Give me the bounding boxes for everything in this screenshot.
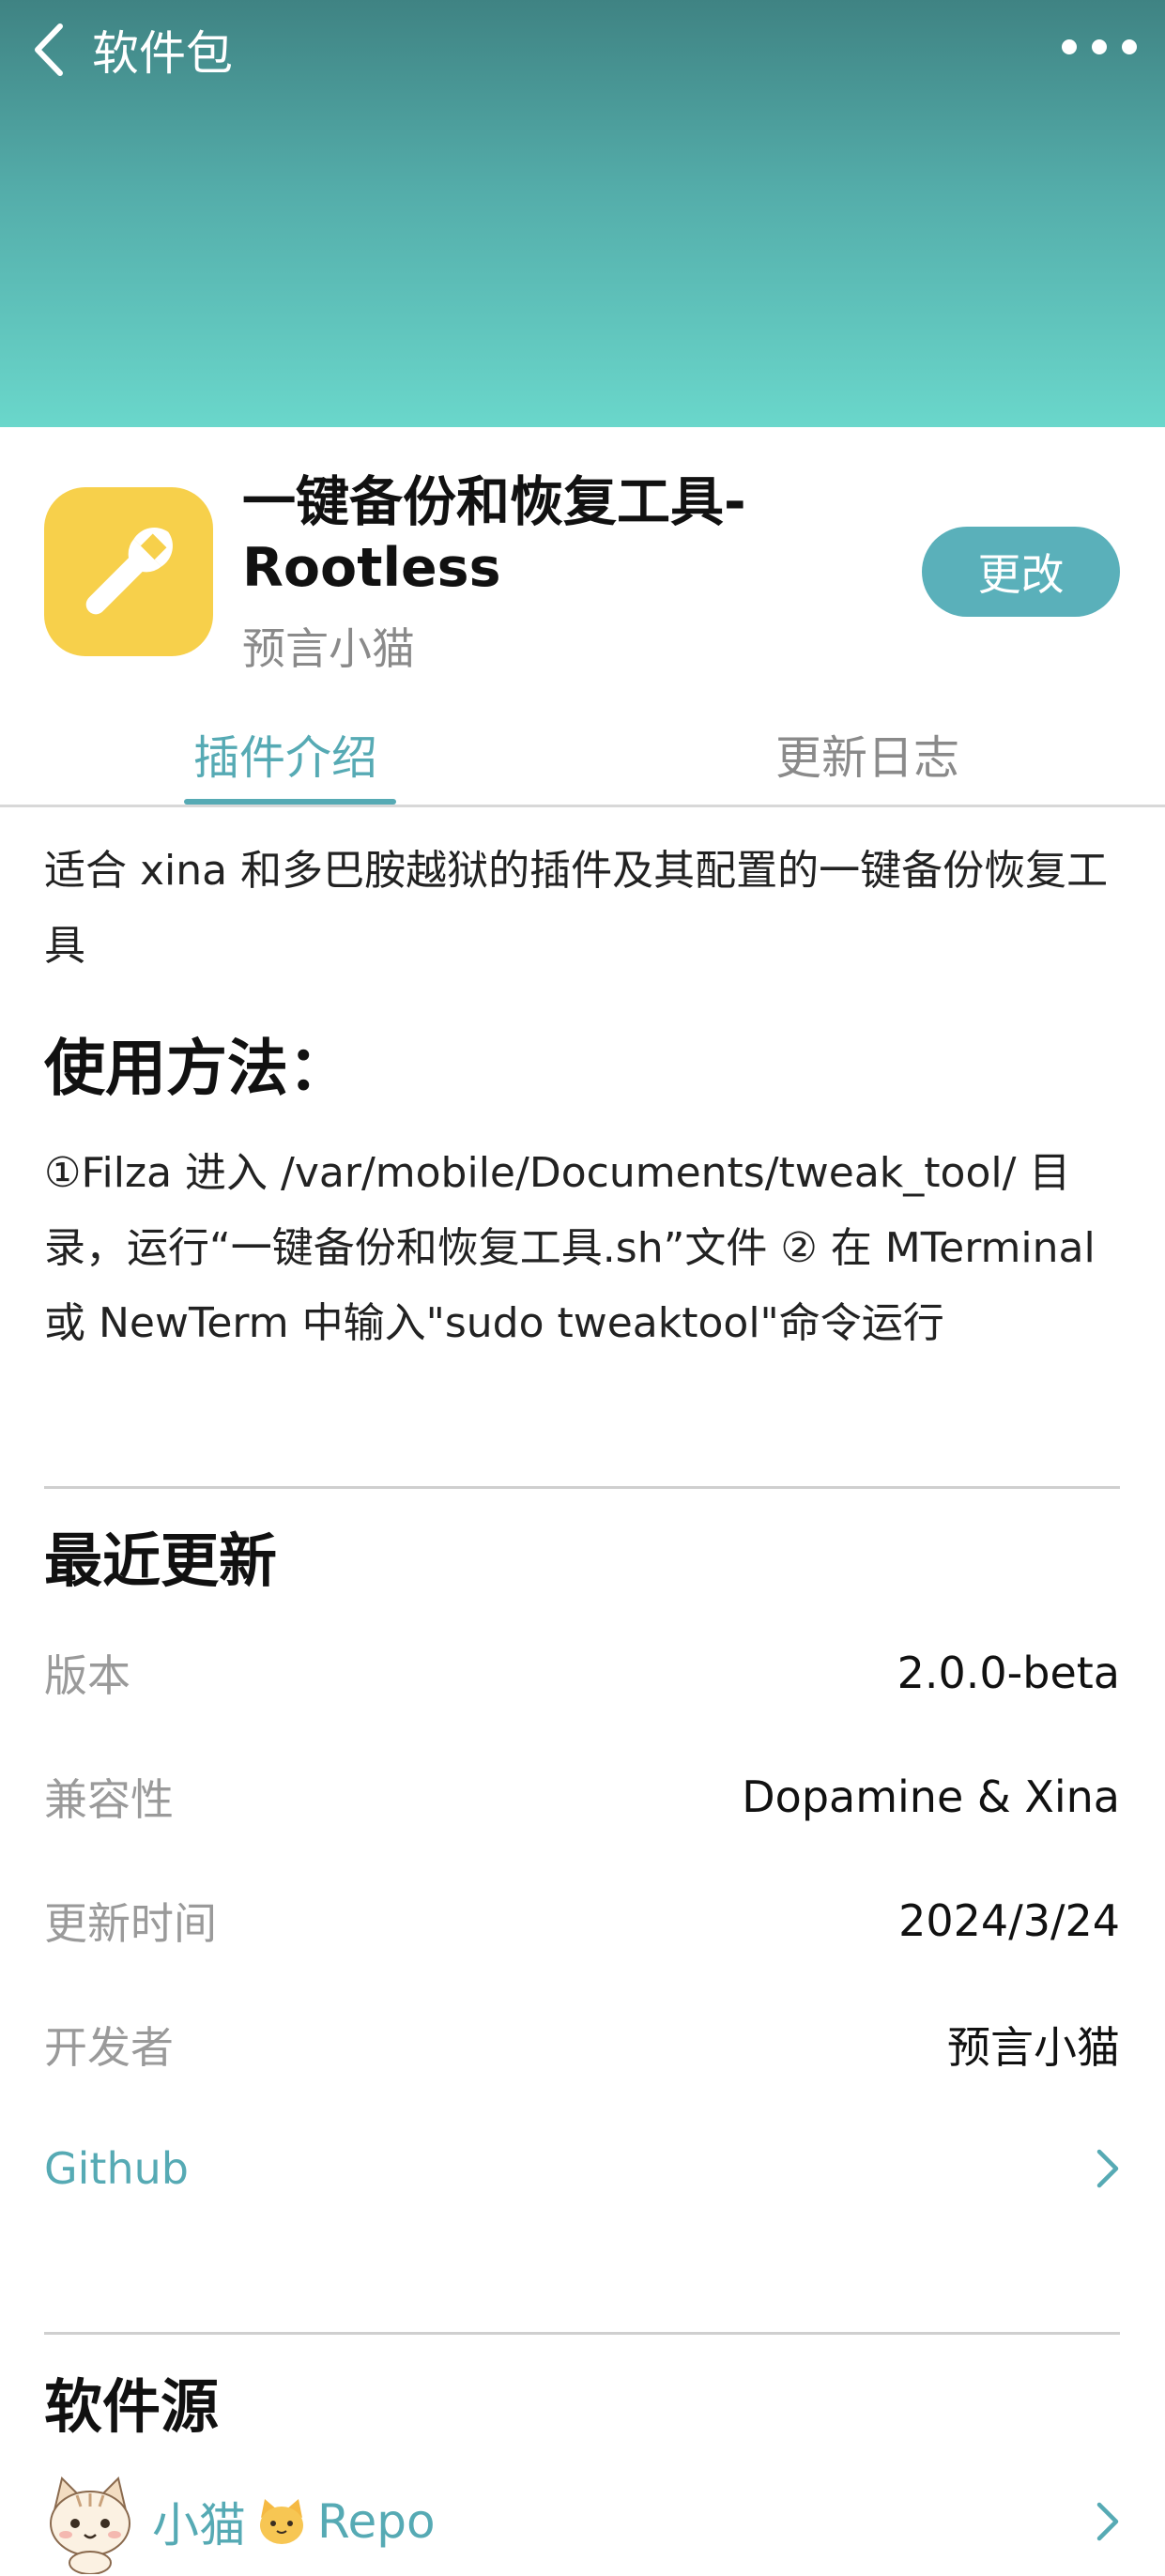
app-title-line2: Rootless bbox=[242, 537, 501, 599]
modify-button[interactable]: 更改 bbox=[922, 527, 1120, 617]
info-label: 更新时间 bbox=[44, 1898, 217, 1949]
repo-name-prefix: 小猫 bbox=[152, 2498, 246, 2553]
info-label: 开发者 bbox=[44, 2022, 174, 2073]
github-link-label: Github bbox=[44, 2143, 189, 2194]
tabs-divider bbox=[0, 805, 1165, 807]
usage-heading: 使用方法： bbox=[44, 1034, 350, 1104]
usage-text: ①Filza 进入 /var/mobile/Documents/tweak_to… bbox=[44, 1149, 1096, 1347]
cat-face-icon bbox=[260, 2499, 303, 2544]
app-icon bbox=[44, 487, 213, 656]
divider bbox=[44, 2332, 1120, 2335]
chevron-left-icon bbox=[35, 23, 63, 76]
app-title-line1: 一键备份和恢复工具- bbox=[242, 471, 746, 533]
description-text: 适合 xina 和多巴胺越狱的插件及其配置的一键备份恢复工具 bbox=[44, 847, 1109, 970]
repo-name: 小猫 Repo bbox=[152, 2488, 436, 2555]
back-label: 软件包 bbox=[92, 26, 233, 81]
repo-name-suffix: Repo bbox=[317, 2494, 436, 2549]
cat-avatar-icon bbox=[50, 2476, 130, 2574]
github-link[interactable]: Github bbox=[44, 2126, 1120, 2211]
info-row-updated: 更新时间 2024/3/24 bbox=[44, 1878, 1120, 1963]
recent-update-heading: 最近更新 bbox=[44, 1526, 278, 1595]
wrench-icon bbox=[85, 528, 173, 615]
tab-intro[interactable]: 插件介绍 bbox=[193, 721, 377, 788]
tab-changelog[interactable]: 更新日志 bbox=[775, 721, 959, 788]
more-options-icon[interactable] bbox=[1062, 21, 1137, 73]
info-value: 2024/3/24 bbox=[898, 1895, 1120, 1946]
chevron-right-icon bbox=[1096, 2501, 1120, 2542]
info-value: 预言小猫 bbox=[947, 2022, 1120, 2073]
source-heading: 软件源 bbox=[44, 2372, 220, 2441]
back-button[interactable]: 软件包 bbox=[30, 17, 233, 83]
chevron-right-icon bbox=[1096, 2148, 1120, 2189]
info-row-compatibility: 兼容性 Dopamine & Xina bbox=[44, 1755, 1120, 1839]
app-developer: 预言小猫 bbox=[242, 623, 415, 674]
info-label: 版本 bbox=[44, 1650, 130, 1701]
info-label: 兼容性 bbox=[44, 1774, 174, 1825]
info-row-developer: 开发者 预言小猫 bbox=[44, 2002, 1120, 2087]
divider bbox=[44, 1486, 1120, 1489]
repo-item[interactable]: 小猫 Repo bbox=[38, 2467, 1120, 2576]
info-value: Dopamine & Xina bbox=[742, 1771, 1120, 1822]
header-banner: 软件包 bbox=[0, 0, 1165, 427]
info-row-version: 版本 2.0.0-beta bbox=[44, 1631, 1120, 1715]
app-title: 一键备份和恢复工具- Rootless bbox=[242, 469, 843, 601]
info-value: 2.0.0-beta bbox=[897, 1648, 1120, 1698]
